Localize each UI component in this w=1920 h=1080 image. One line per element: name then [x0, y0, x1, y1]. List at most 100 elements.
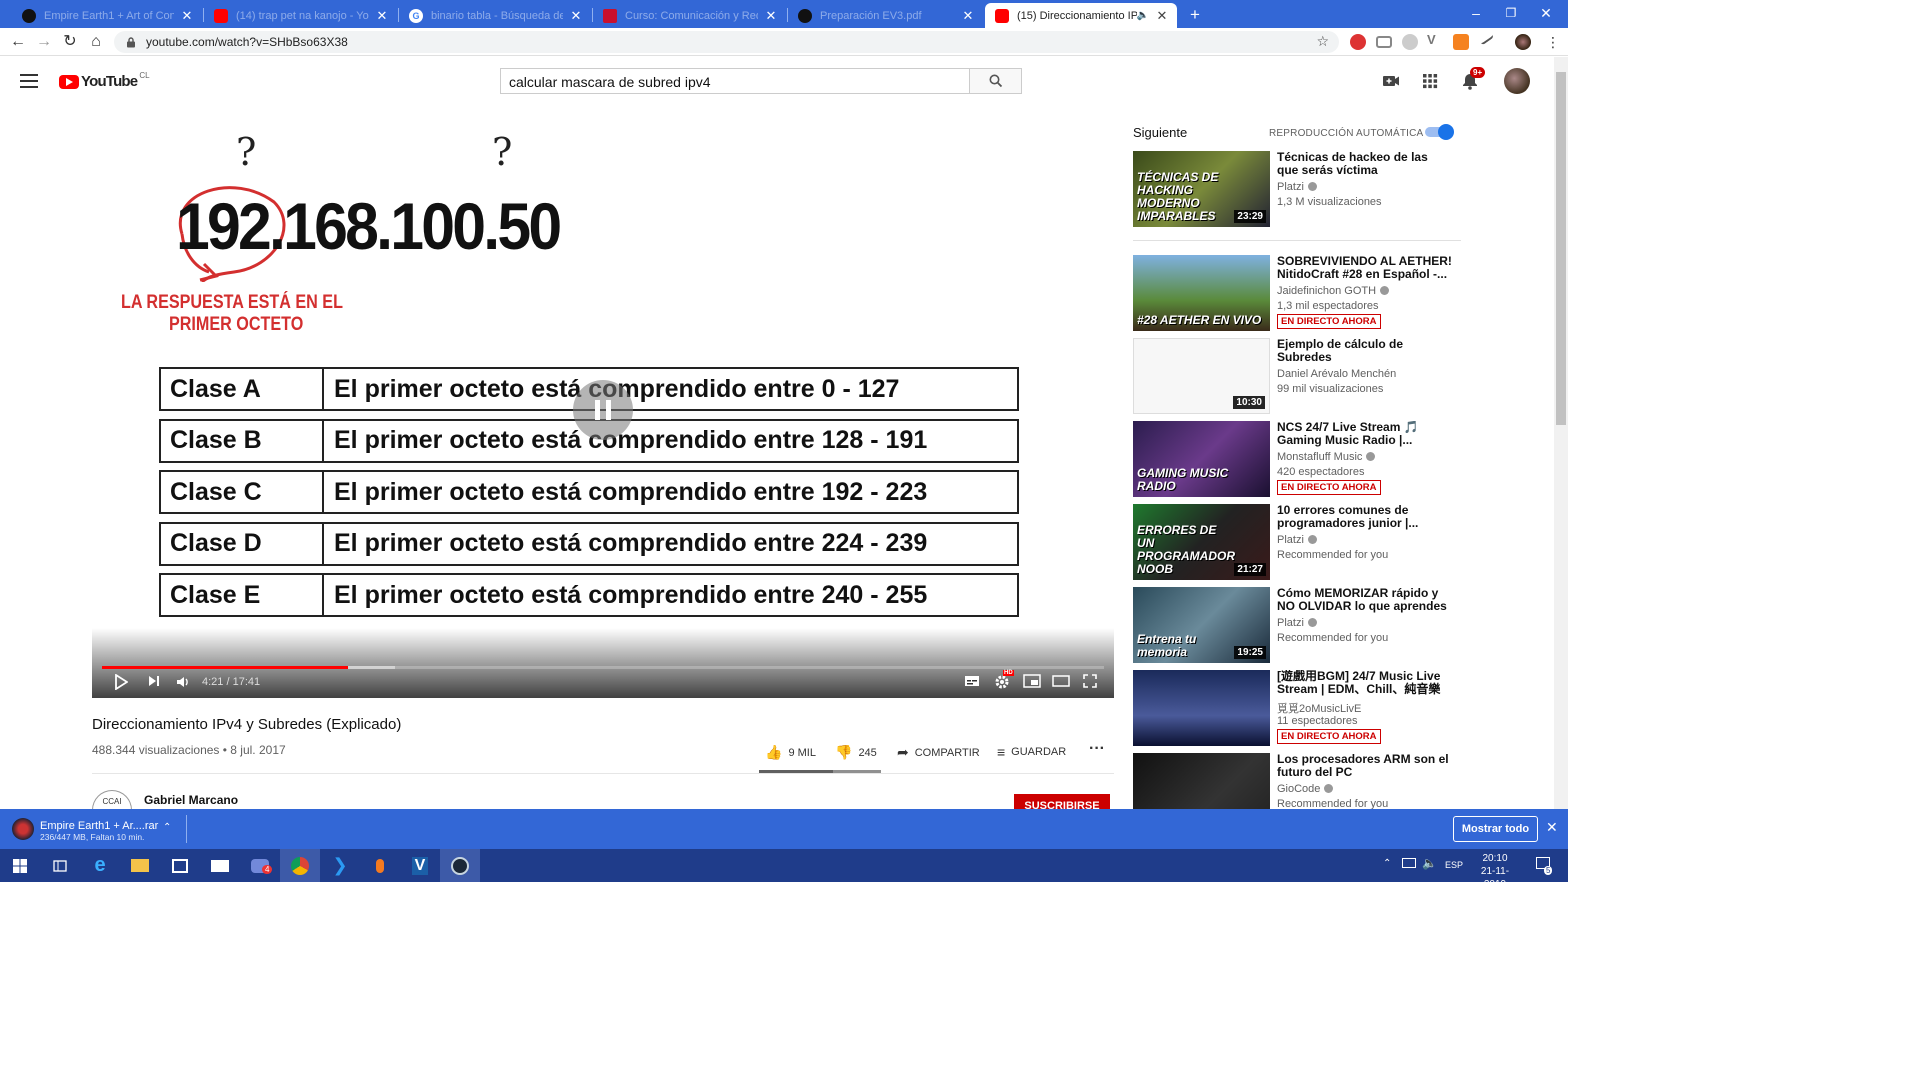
- taskbar-recorder[interactable]: [360, 849, 400, 882]
- bookmark-star-icon[interactable]: ☆: [1316, 33, 1329, 50]
- recommended-video[interactable]: TÉCNICAS DE HACKING MODERNO IMPARABLES 23…: [1133, 151, 1463, 229]
- video-title[interactable]: Cómo MEMORIZAR rápido y NO OLVIDAR lo qu…: [1277, 587, 1452, 614]
- system-clock[interactable]: 20:10 21-11-2019: [1470, 852, 1520, 891]
- channel-line[interactable]: Platzi: [1277, 534, 1317, 546]
- input-language[interactable]: ESP: [1445, 860, 1463, 870]
- browser-tab[interactable]: (15) Direccionamiento IPv4 y🔈 ✕: [985, 3, 1177, 28]
- video-thumbnail[interactable]: ERRORES DE UN PROGRAMADOR NOOB 21:27: [1133, 504, 1270, 580]
- progress-bar[interactable]: [102, 666, 1104, 669]
- video-title[interactable]: 10 errores comunes de programadores juni…: [1277, 504, 1452, 530]
- share-button[interactable]: ➦ COMPARTIR: [897, 744, 980, 761]
- video-title[interactable]: Ejemplo de cálculo de Subredes: [1277, 338, 1452, 364]
- browser-tab[interactable]: Curso: Comunicación y Redes de ✕: [593, 3, 786, 28]
- close-window-button[interactable]: ✕: [1532, 4, 1560, 22]
- recommended-video[interactable]: #28 AETHER EN VIVO SOBREVIVIENDO AL AETHE…: [1133, 255, 1463, 333]
- extension-red-icon[interactable]: [1350, 34, 1366, 50]
- video-thumbnail[interactable]: [1133, 670, 1270, 746]
- video-title[interactable]: NCS 24/7 Live Stream 🎵 Gaming Music Radi…: [1277, 421, 1452, 447]
- channel-line[interactable]: GioCode: [1277, 783, 1334, 795]
- menu-kebab-icon[interactable]: ⋮: [1543, 32, 1563, 52]
- settings-button[interactable]: HD: [994, 670, 1014, 692]
- chevron-up-icon[interactable]: ⌃: [163, 822, 171, 833]
- taskbar-store[interactable]: [160, 849, 200, 882]
- forward-button[interactable]: →: [34, 32, 54, 52]
- channel-line[interactable]: Daniel Arévalo Menchén: [1277, 368, 1396, 380]
- extension-circle-icon[interactable]: [1402, 34, 1418, 50]
- close-downloads-icon[interactable]: ✕: [1546, 819, 1558, 836]
- taskbar-vscode[interactable]: ❯: [320, 849, 360, 882]
- fullscreen-button[interactable]: [1083, 674, 1097, 692]
- scrollbar-thumb[interactable]: [1556, 72, 1566, 425]
- extension-reader-icon[interactable]: [1376, 36, 1392, 48]
- channel-line[interactable]: Monstafluff Music: [1277, 451, 1376, 463]
- close-tab-icon[interactable]: ✕: [961, 8, 975, 24]
- reload-button[interactable]: ↻: [60, 32, 80, 52]
- network-icon[interactable]: [1402, 858, 1416, 868]
- apps-grid-icon[interactable]: [1420, 71, 1440, 91]
- save-button[interactable]: ≡ GUARDAR: [997, 744, 1066, 760]
- miniplayer-button[interactable]: [1023, 674, 1041, 692]
- play-button[interactable]: [114, 673, 129, 692]
- pause-overlay-icon[interactable]: [573, 380, 633, 440]
- close-tab-icon[interactable]: ✕: [569, 8, 583, 24]
- subscribe-button[interactable]: SUSCRIBIRSE: [1014, 794, 1110, 812]
- video-thumbnail[interactable]: Entrena tu memoria 19:25: [1133, 587, 1270, 663]
- search-button[interactable]: [969, 68, 1022, 94]
- subtitles-button[interactable]: [964, 674, 980, 692]
- extension-orange-icon[interactable]: [1453, 34, 1469, 50]
- close-tab-icon[interactable]: ✕: [1155, 8, 1169, 24]
- browser-tab[interactable]: Empire Earth1 + Art of Conquest ✕: [12, 3, 202, 28]
- taskbar-vegas[interactable]: V: [400, 849, 440, 882]
- start-button[interactable]: [0, 849, 40, 882]
- next-button[interactable]: [148, 674, 160, 692]
- more-actions-button[interactable]: ···: [1089, 740, 1105, 758]
- maximize-button[interactable]: ❐: [1497, 4, 1525, 22]
- video-thumbnail[interactable]: 10:30: [1133, 338, 1270, 414]
- channel-line[interactable]: 覓覓2oMusicLivE: [1277, 700, 1361, 716]
- taskbar-chrome[interactable]: [280, 849, 320, 882]
- create-video-icon[interactable]: [1381, 71, 1401, 91]
- extension-v-icon[interactable]: V: [1427, 32, 1443, 48]
- minimize-button[interactable]: –: [1462, 4, 1490, 22]
- theater-mode-button[interactable]: [1052, 674, 1070, 692]
- extension-pen-icon[interactable]: [1477, 30, 1495, 46]
- hamburger-menu-icon[interactable]: [20, 74, 38, 88]
- video-thumbnail[interactable]: GAMING MUSIC RADIO: [1133, 421, 1270, 497]
- recommended-video[interactable]: 10:30 Ejemplo de cálculo de Subredes Danie…: [1133, 338, 1463, 416]
- taskbar-discord[interactable]: 4: [240, 849, 280, 882]
- video-thumbnail[interactable]: #28 AETHER EN VIVO: [1133, 255, 1270, 331]
- dislike-button[interactable]: 👎 245: [835, 744, 877, 761]
- task-view-button[interactable]: [40, 849, 80, 882]
- channel-line[interactable]: Jaidefinichon GOTH: [1277, 285, 1390, 297]
- taskbar-explorer[interactable]: [120, 849, 160, 882]
- video-player[interactable]: ? ? 192.168.100.50 LA RESPUESTA ESTÁ EN …: [92, 124, 1114, 698]
- video-title[interactable]: Técnicas de hackeo de las que serás víct…: [1277, 151, 1452, 177]
- new-tab-button[interactable]: +: [1190, 5, 1200, 25]
- recommended-video[interactable]: GAMING MUSIC RADIO NCS 24/7 Live Stream 🎵…: [1133, 421, 1463, 499]
- like-button[interactable]: 👍 9 MIL: [765, 744, 816, 761]
- profile-avatar-icon[interactable]: [1515, 34, 1531, 50]
- tab-audio-icon[interactable]: 🔈: [1137, 10, 1149, 21]
- volume-button[interactable]: [175, 674, 191, 692]
- tray-chevron-up-icon[interactable]: ⌃: [1383, 858, 1391, 869]
- recommended-video[interactable]: Entrena tu memoria 19:25 Cómo MEMORIZAR rá…: [1133, 587, 1463, 665]
- address-bar[interactable]: youtube.com/watch?v=SHbBso63X38 ☆: [114, 31, 1339, 53]
- youtube-logo[interactable]: YouTube CL: [59, 71, 150, 90]
- recommended-video[interactable]: [遊戲用BGM] 24/7 Music Live Stream | EDM、Ch…: [1133, 670, 1463, 748]
- close-tab-icon[interactable]: ✕: [764, 8, 778, 24]
- home-button[interactable]: ⌂: [86, 32, 106, 52]
- video-title[interactable]: [遊戲用BGM] 24/7 Music Live Stream | EDM、Ch…: [1277, 670, 1452, 696]
- taskbar-steam[interactable]: [440, 849, 480, 882]
- browser-tab[interactable]: (14) trap pet na kanojo - YouTube ✕: [204, 3, 397, 28]
- speaker-icon[interactable]: 🔈: [1422, 856, 1437, 870]
- page-scrollbar[interactable]: [1554, 57, 1568, 809]
- video-thumbnail[interactable]: TÉCNICAS DE HACKING MODERNO IMPARABLES 23…: [1133, 151, 1270, 227]
- channel-name[interactable]: Gabriel Marcano: [144, 793, 238, 807]
- video-title[interactable]: SOBREVIVIENDO AL AETHER! NitidoCraft #28…: [1277, 255, 1452, 281]
- search-input[interactable]: calcular mascara de subred ipv4: [500, 68, 970, 94]
- video-title[interactable]: Los procesadores ARM son el futuro del P…: [1277, 753, 1452, 779]
- back-button[interactable]: ←: [8, 32, 28, 52]
- autoplay-toggle[interactable]: [1425, 124, 1455, 140]
- taskbar-edge[interactable]: e: [80, 849, 120, 882]
- download-filename[interactable]: Empire Earth1 + Ar....rar: [40, 820, 158, 832]
